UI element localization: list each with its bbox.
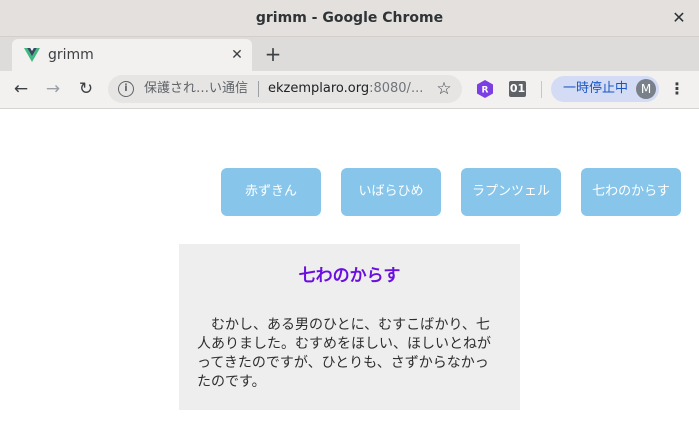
tab-title: grimm (48, 47, 94, 63)
extension-r-label: R (482, 86, 489, 96)
info-icon[interactable]: i (118, 81, 134, 97)
page-content: 赤ずきん いばらひめ ラプンツェル 七わのからす 七わのからす むかし、ある男の… (0, 109, 699, 434)
address-bar[interactable]: i 保護され…い通信 ekzemplaro.org:8080/... ☆ (108, 75, 462, 103)
browser-window: grimm - Google Chrome ✕ grimm ✕ + ← → ↻ … (0, 0, 699, 434)
paused-label: 一時停止中 (563, 81, 629, 96)
window-close-icon[interactable]: ✕ (669, 8, 689, 28)
tab-grimm[interactable]: grimm ✕ (12, 39, 252, 71)
avatar: M (636, 79, 656, 99)
back-button[interactable]: ← (9, 77, 33, 101)
url-path: :8080/... (369, 81, 424, 96)
url-host: ekzemplaro.org (268, 81, 370, 96)
story-button-ibarahime[interactable]: いばらひめ (341, 168, 441, 216)
story-button-nanawa-no-karasu[interactable]: 七わのからす (581, 168, 681, 216)
forward-button[interactable]: → (41, 77, 65, 101)
tab-close-icon[interactable]: ✕ (228, 46, 246, 64)
window-title: grimm - Google Chrome (255, 10, 444, 26)
omnibox-divider (258, 81, 259, 97)
extension-01-icon[interactable]: 01 (509, 81, 526, 97)
new-tab-button[interactable]: + (262, 43, 284, 65)
reload-button[interactable]: ↻ (74, 77, 98, 101)
security-status[interactable]: 保護され…い通信 (144, 75, 248, 103)
chrome-menu-icon[interactable]: ⋮ (666, 77, 688, 101)
profile-paused-button[interactable]: 一時停止中 M (551, 76, 659, 102)
story-title: 七わのからす (298, 266, 401, 286)
bookmark-star-icon[interactable]: ☆ (432, 77, 456, 101)
browser-toolbar: ← → ↻ i 保護され…い通信 ekzemplaro.org:8080/...… (0, 71, 699, 109)
story-button-rapunzel[interactable]: ラプンツェル (461, 168, 561, 216)
toolbar-divider (541, 81, 542, 98)
story-button-akazukin[interactable]: 赤ずきん (221, 168, 321, 216)
tab-strip: grimm ✕ + (0, 37, 699, 71)
vue-logo-icon (24, 48, 40, 62)
extension-r-icon[interactable]: R (476, 80, 494, 98)
title-bar: grimm - Google Chrome ✕ (0, 0, 699, 37)
url-text[interactable]: ekzemplaro.org:8080/... (268, 75, 423, 103)
story-body: むかし、ある男のひとに、むすこばかり、七人ありました。むすめをほしい、ほしいとね… (197, 317, 491, 390)
story-panel: 七わのからす むかし、ある男のひとに、むすこばかり、七人ありました。むすめをほし… (179, 244, 520, 410)
